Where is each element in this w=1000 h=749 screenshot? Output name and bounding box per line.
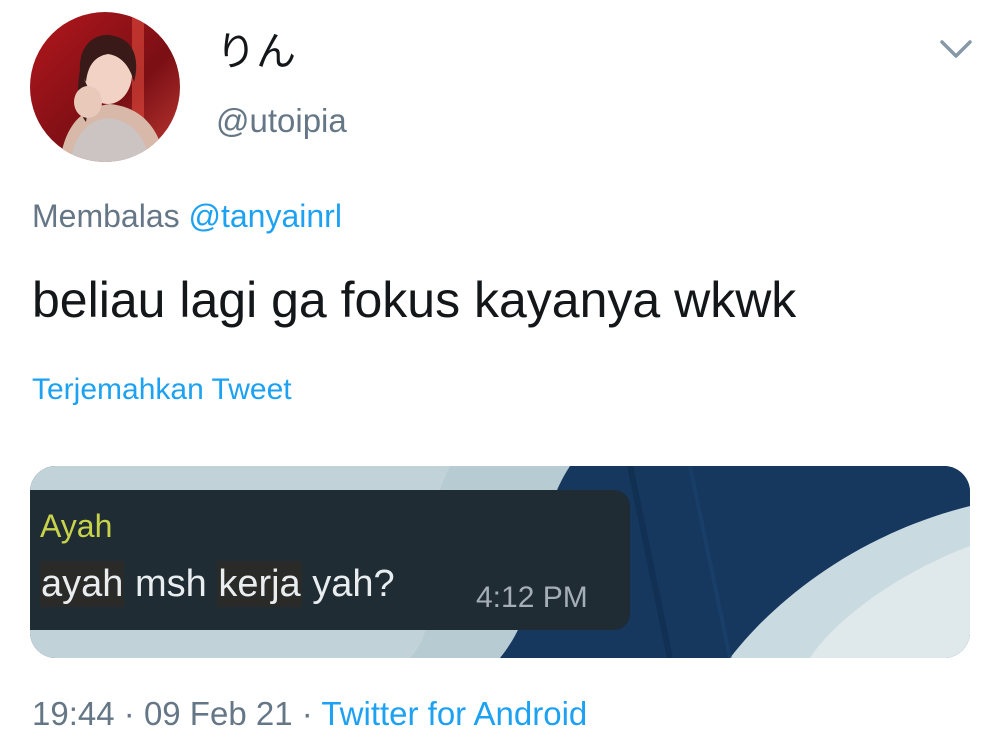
meta-separator: · xyxy=(123,695,135,732)
tweet-source-link[interactable]: Twitter for Android xyxy=(321,695,587,732)
chevron-down-icon[interactable] xyxy=(938,36,974,62)
avatar[interactable] xyxy=(30,12,180,162)
tweet-meta: 19:44 · 09 Feb 21 · Twitter for Android xyxy=(32,692,587,736)
chat-word: kerja xyxy=(217,561,302,607)
meta-separator: · xyxy=(301,695,313,732)
user-handle[interactable]: @utoipia xyxy=(216,100,347,142)
reply-context: Membalas @tanyainrl xyxy=(32,194,342,238)
tweet-time[interactable]: 19:44 xyxy=(32,695,115,732)
chat-sender: Ayah xyxy=(40,508,113,544)
tweet-text: beliau lagi ga fokus kayanya wkwk xyxy=(32,272,797,328)
tweet-date[interactable]: 09 Feb 21 xyxy=(144,695,293,732)
chat-bubble: Ayah ayah msh kerja yah? 4:12 PM xyxy=(30,490,630,630)
chat-word: ayah xyxy=(40,561,125,607)
chat-message: ayah msh kerja yah? xyxy=(40,560,395,608)
chat-word: msh xyxy=(134,563,207,605)
tweet-card: りん @utoipia Membalas @tanyainrl beliau l… xyxy=(0,0,1000,749)
translate-tweet-link[interactable]: Terjemahkan Tweet xyxy=(32,370,292,410)
reply-prefix: Membalas xyxy=(32,198,180,234)
chat-timestamp: 4:12 PM xyxy=(476,581,588,614)
display-name[interactable]: りん xyxy=(216,28,296,76)
avatar-photo xyxy=(30,12,180,162)
reply-mention-link[interactable]: @tanyainrl xyxy=(189,198,342,234)
chat-word: yah? xyxy=(312,563,395,605)
tweet-media-image[interactable]: Ayah ayah msh kerja yah? 4:12 PM xyxy=(30,466,970,658)
